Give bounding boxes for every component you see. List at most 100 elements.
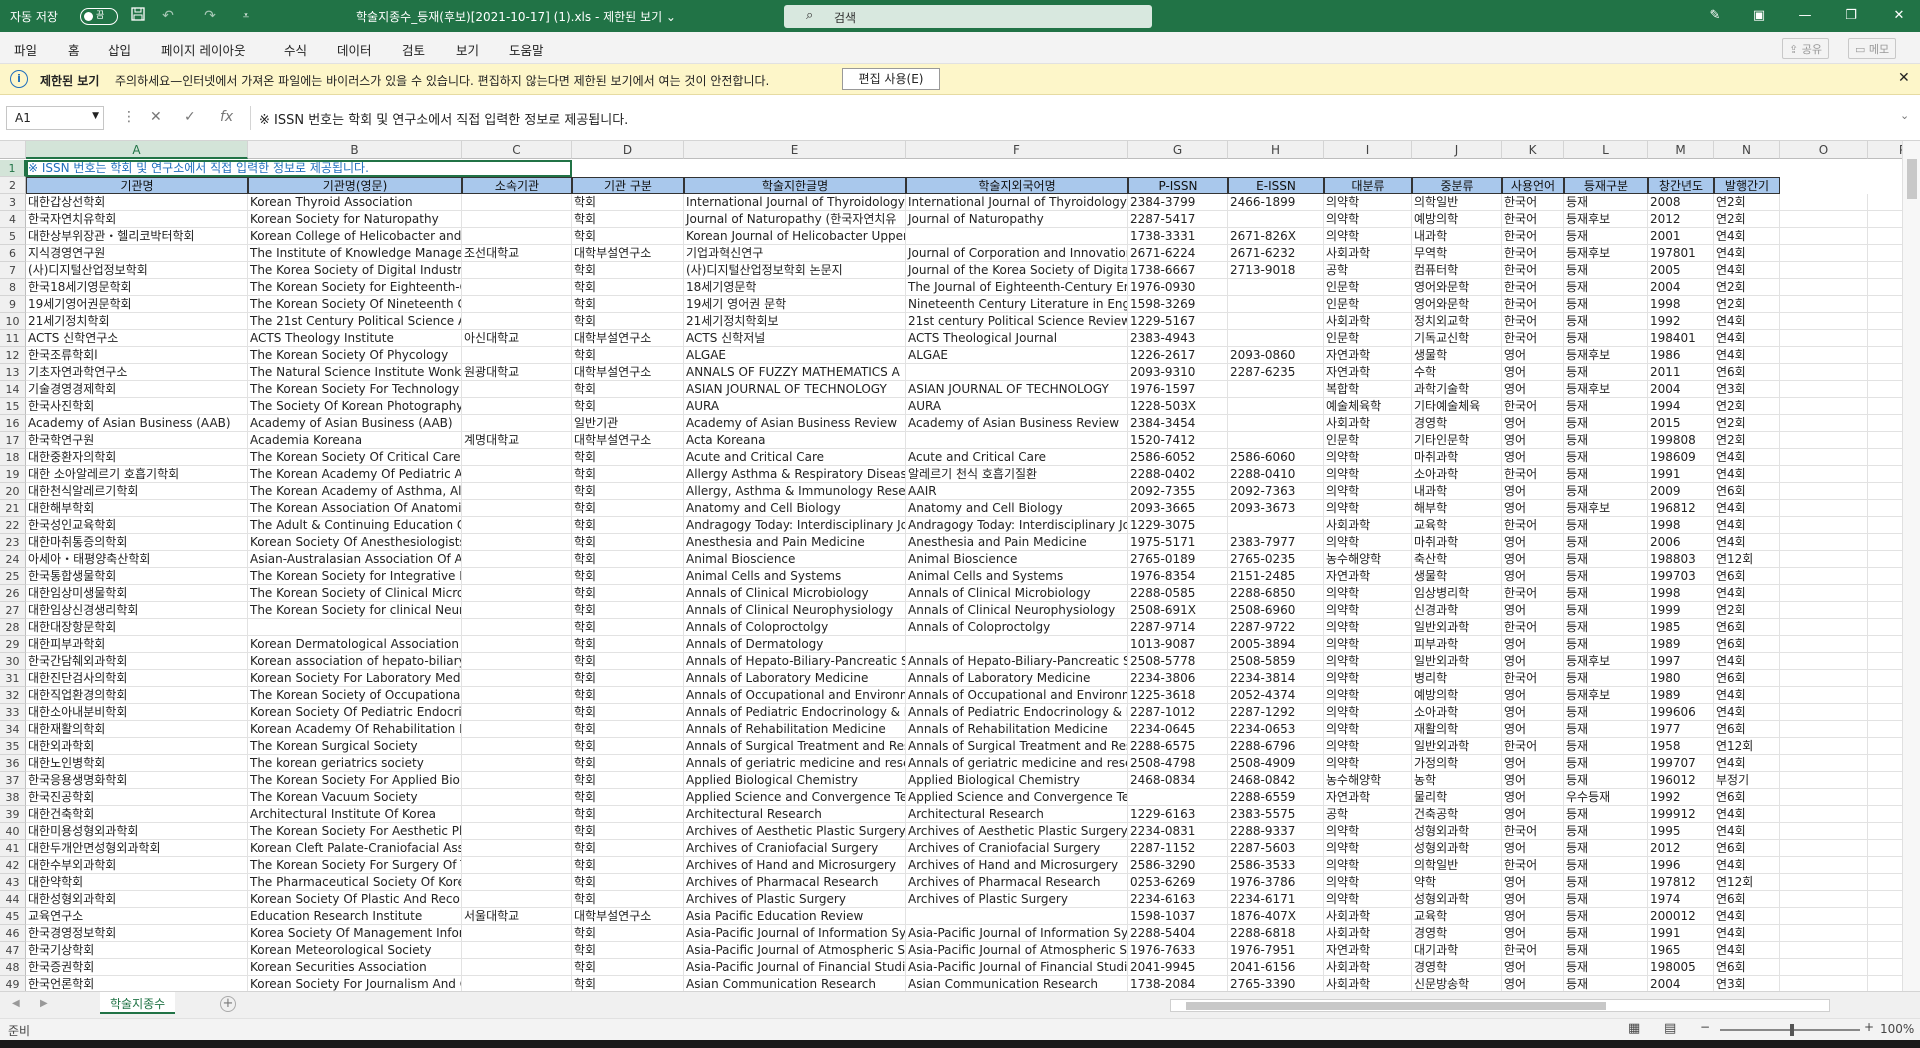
table-cell[interactable]: (사)디지털산업정보학회 논문지 bbox=[684, 262, 906, 279]
table-cell[interactable]: 대한미용성형외과학회 bbox=[26, 823, 248, 840]
table-cell[interactable]: The Journal of Eighteenth-Century Eng bbox=[906, 279, 1128, 296]
table-cell[interactable] bbox=[462, 381, 572, 398]
table-cell[interactable] bbox=[248, 619, 462, 636]
table-cell[interactable]: Asia-Pacific Journal of Financial Studi bbox=[684, 959, 906, 976]
table-cell[interactable]: Journal of Corporation and Innovation bbox=[906, 245, 1128, 262]
table-cell[interactable]: 등재 bbox=[1564, 738, 1648, 755]
spreadsheet-grid[interactable]: ABCDEFGHIJKLMNOP1※ ISSN 번호는 학회 및 연구소에서 직… bbox=[0, 141, 1920, 991]
table-cell[interactable]: 2288-6850 bbox=[1228, 585, 1324, 602]
table-cell[interactable]: 2012 bbox=[1648, 840, 1714, 857]
table-cell[interactable]: 연4회 bbox=[1714, 823, 1780, 840]
cancel-icon[interactable]: ✕ bbox=[150, 109, 162, 125]
menu-view[interactable]: 보기 bbox=[456, 40, 479, 59]
table-cell[interactable]: 영어 bbox=[1502, 687, 1564, 704]
table-cell[interactable]: Korean Thyroid Association bbox=[248, 194, 462, 211]
table-cell[interactable]: 예방의학 bbox=[1412, 211, 1502, 228]
table-cell[interactable]: 등재 bbox=[1564, 432, 1648, 449]
table-cell[interactable]: Annals of Coloproctolgy bbox=[684, 619, 906, 636]
table-cell[interactable]: 영어 bbox=[1502, 415, 1564, 432]
table-cell[interactable]: 등재 bbox=[1564, 415, 1648, 432]
vertical-scrollbar[interactable] bbox=[1902, 141, 1920, 991]
table-cell[interactable]: 0253-6269 bbox=[1128, 874, 1228, 891]
table-cell[interactable]: 1992 bbox=[1648, 789, 1714, 806]
table-cell[interactable] bbox=[462, 670, 572, 687]
table-header-cell[interactable]: 중분류 bbox=[1412, 177, 1502, 194]
table-cell[interactable]: 한국경영정보학회 bbox=[26, 925, 248, 942]
table-cell[interactable]: Annals of Dermatology bbox=[684, 636, 906, 653]
table-cell[interactable]: 농수해양학 bbox=[1324, 551, 1412, 568]
table-cell[interactable]: The Korean Society Of Nineteenth Ce bbox=[248, 296, 462, 313]
table-cell[interactable]: 연4회 bbox=[1714, 330, 1780, 347]
table-cell[interactable]: 2508-4909 bbox=[1228, 755, 1324, 772]
table-cell[interactable]: Annals of Clinical Neurophysiology bbox=[684, 602, 906, 619]
table-cell[interactable]: 예술체육학 bbox=[1324, 398, 1412, 415]
table-cell[interactable]: The Pharmaceutical Society Of Kore bbox=[248, 874, 462, 891]
table-cell[interactable] bbox=[462, 840, 572, 857]
pen-icon[interactable]: ✎ bbox=[1700, 4, 1730, 28]
table-cell[interactable]: Andragogy Today: Interdisciplinary Jou bbox=[906, 517, 1128, 534]
table-cell[interactable]: Annals of Rehabilitation Medicine bbox=[906, 721, 1128, 738]
table-cell[interactable]: Archives of Pharmacal Research bbox=[684, 874, 906, 891]
table-cell[interactable]: 1965 bbox=[1648, 942, 1714, 959]
table-cell[interactable]: 영어 bbox=[1502, 653, 1564, 670]
enable-editing-button[interactable]: 편집 사용(E) bbox=[842, 68, 940, 90]
cell[interactable] bbox=[1780, 789, 1868, 806]
table-cell[interactable]: 영어 bbox=[1502, 602, 1564, 619]
table-cell[interactable]: Asia-Pacific Journal of Atmospheric Sc bbox=[906, 942, 1128, 959]
table-cell[interactable]: 대한성형외과학회 bbox=[26, 891, 248, 908]
table-cell[interactable]: 영어 bbox=[1502, 840, 1564, 857]
row-header[interactable]: 7 bbox=[0, 262, 26, 279]
table-cell[interactable]: 등재 bbox=[1564, 636, 1648, 653]
menu-insert[interactable]: 삽입 bbox=[108, 40, 131, 59]
table-cell[interactable]: 2508-5859 bbox=[1228, 653, 1324, 670]
table-cell[interactable] bbox=[1228, 432, 1324, 449]
table-cell[interactable]: 의학일반 bbox=[1412, 194, 1502, 211]
table-cell[interactable]: 1991 bbox=[1648, 466, 1714, 483]
cell[interactable] bbox=[1780, 449, 1868, 466]
table-cell[interactable]: 등재 bbox=[1564, 585, 1648, 602]
table-cell[interactable]: Annals of Occupational and Environme bbox=[684, 687, 906, 704]
table-cell[interactable]: 2234-3806 bbox=[1128, 670, 1228, 687]
table-cell[interactable] bbox=[462, 942, 572, 959]
column-header-c[interactable]: C bbox=[462, 141, 572, 159]
table-cell[interactable]: 학회 bbox=[572, 517, 684, 534]
table-cell[interactable]: Allergy Asthma & Respiratory Disease bbox=[684, 466, 906, 483]
table-cell[interactable]: 학회 bbox=[572, 636, 684, 653]
table-cell[interactable]: 영어와문학 bbox=[1412, 279, 1502, 296]
table-cell[interactable] bbox=[906, 636, 1128, 653]
table-cell[interactable]: 21세기정치학회 bbox=[26, 313, 248, 330]
table-header-cell[interactable]: 대분류 bbox=[1324, 177, 1412, 194]
table-cell[interactable]: 1985 bbox=[1648, 619, 1714, 636]
table-cell[interactable]: 학회 bbox=[572, 551, 684, 568]
table-cell[interactable]: Korean Journal of Helicobacter Upper bbox=[684, 228, 906, 245]
table-cell[interactable]: The Korean Society For Aesthetic Pl bbox=[248, 823, 462, 840]
table-cell[interactable]: ACTS Theological Journal bbox=[906, 330, 1128, 347]
row-header[interactable]: 2 bbox=[0, 177, 26, 194]
table-cell[interactable]: 한국어 bbox=[1502, 585, 1564, 602]
row-header[interactable]: 31 bbox=[0, 670, 26, 687]
table-cell[interactable]: 기독교신학 bbox=[1412, 330, 1502, 347]
table-cell[interactable]: 등재 bbox=[1564, 806, 1648, 823]
table-cell[interactable]: 한국어 bbox=[1502, 466, 1564, 483]
row-header[interactable]: 34 bbox=[0, 721, 26, 738]
table-cell[interactable]: 의약학 bbox=[1324, 585, 1412, 602]
table-cell[interactable]: Asia Pacific Education Review bbox=[684, 908, 906, 925]
cell[interactable] bbox=[1780, 925, 1868, 942]
table-cell[interactable]: 1976-0930 bbox=[1128, 279, 1228, 296]
table-cell[interactable]: 등재 bbox=[1564, 330, 1648, 347]
table-cell[interactable]: 연4회 bbox=[1714, 449, 1780, 466]
table-cell[interactable]: 부정기 bbox=[1714, 772, 1780, 789]
table-cell[interactable]: Asia-Pacific Journal of Atmospheric Sc bbox=[684, 942, 906, 959]
table-cell[interactable]: 1976-1597 bbox=[1128, 381, 1228, 398]
table-cell[interactable]: 2288-0410 bbox=[1228, 466, 1324, 483]
table-cell[interactable] bbox=[462, 891, 572, 908]
row-header[interactable]: 45 bbox=[0, 908, 26, 925]
table-cell[interactable]: 1976-7951 bbox=[1228, 942, 1324, 959]
table-cell[interactable]: 1229-3075 bbox=[1128, 517, 1228, 534]
table-cell[interactable]: 2093-9310 bbox=[1128, 364, 1228, 381]
table-cell[interactable]: 2288-6818 bbox=[1228, 925, 1324, 942]
prev-sheet-icon[interactable]: ◀ bbox=[12, 998, 20, 1009]
table-cell[interactable]: 연4회 bbox=[1714, 466, 1780, 483]
table-cell[interactable]: Annals of Coloproctolgy bbox=[906, 619, 1128, 636]
table-header-cell[interactable]: P-ISSN bbox=[1128, 177, 1228, 194]
